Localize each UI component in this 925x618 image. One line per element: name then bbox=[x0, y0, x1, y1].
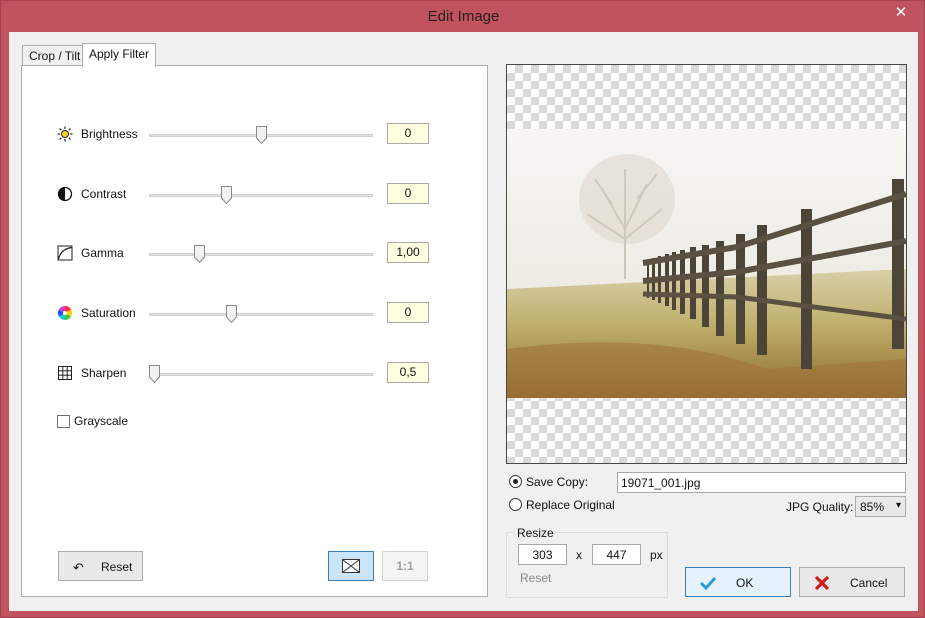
ok-button[interactable]: OK bbox=[685, 567, 791, 597]
save-copy-radio[interactable] bbox=[509, 475, 522, 488]
close-button[interactable]: ✕ bbox=[886, 4, 916, 22]
resize-height-input[interactable]: 447 bbox=[592, 544, 641, 565]
replace-original-label[interactable]: Replace Original bbox=[526, 498, 615, 512]
ok-label: OK bbox=[736, 576, 754, 590]
contrast-value[interactable]: 0 bbox=[387, 183, 429, 204]
jpg-quality-label: JPG Quality: bbox=[786, 500, 854, 514]
color-wheel-icon bbox=[58, 306, 72, 320]
checkmark-icon bbox=[699, 576, 717, 591]
image-preview[interactable] bbox=[506, 64, 907, 464]
saturation-slider-thumb[interactable] bbox=[225, 305, 237, 323]
actual-size-button[interactable]: 1:1 bbox=[382, 551, 428, 581]
reset-filters-label: Reset bbox=[101, 560, 133, 574]
resize-reset-link[interactable]: Reset bbox=[520, 571, 551, 585]
tab-apply-filter[interactable]: Apply Filter bbox=[82, 43, 157, 67]
edit-image-window: Edit Image ✕ Crop / Tilt Apply Filter Br… bbox=[0, 0, 925, 618]
brightness-value[interactable]: 0 bbox=[387, 123, 429, 144]
reset-filters-button[interactable]: ↶ Reset bbox=[58, 551, 143, 581]
resize-title: Resize bbox=[515, 526, 556, 540]
fit-to-window-icon bbox=[342, 559, 360, 573]
jpg-quality-value: 85% bbox=[860, 500, 885, 514]
filter-row-gamma: Gamma 1,00 bbox=[22, 242, 489, 266]
saturation-slider[interactable] bbox=[149, 313, 373, 316]
preview-photo bbox=[507, 129, 906, 398]
sun-icon bbox=[57, 126, 73, 142]
gamma-label: Gamma bbox=[81, 246, 124, 260]
brightness-label: Brightness bbox=[81, 127, 138, 141]
fit-to-window-button[interactable] bbox=[328, 551, 374, 581]
filter-row-brightness: Brightness 0 bbox=[22, 123, 489, 147]
filter-row-sharpen: Sharpen 0,5 bbox=[22, 362, 489, 386]
contrast-slider[interactable] bbox=[149, 194, 373, 197]
resize-width-input[interactable]: 303 bbox=[518, 544, 567, 565]
jpg-quality-select[interactable]: 85% ▾ bbox=[855, 496, 906, 517]
window-title: Edit Image bbox=[427, 8, 500, 25]
saturation-label: Saturation bbox=[81, 306, 136, 320]
saturation-value[interactable]: 0 bbox=[387, 302, 429, 323]
sharpen-value[interactable]: 0,5 bbox=[387, 362, 429, 383]
resize-group bbox=[506, 532, 668, 598]
grayscale-checkbox[interactable] bbox=[57, 415, 70, 428]
save-copy-label[interactable]: Save Copy: bbox=[526, 475, 588, 489]
radio-selected-dot bbox=[513, 479, 518, 484]
brightness-slider-thumb[interactable] bbox=[255, 126, 267, 144]
gamma-value[interactable]: 1,00 bbox=[387, 242, 429, 263]
dialog-client-area: Crop / Tilt Apply Filter Brightness 0 Co… bbox=[9, 32, 918, 611]
gamma-slider-thumb[interactable] bbox=[193, 245, 205, 263]
gamma-slider[interactable] bbox=[149, 253, 373, 256]
chevron-down-icon: ▾ bbox=[895, 500, 901, 511]
contrast-slider-thumb[interactable] bbox=[221, 186, 233, 204]
sharpen-slider[interactable] bbox=[149, 373, 373, 376]
undo-icon: ↶ bbox=[73, 560, 84, 575]
filter-row-saturation: Saturation 0 bbox=[22, 302, 489, 326]
sharpen-slider-thumb[interactable] bbox=[149, 365, 160, 383]
filename-input[interactable]: 19071_001.jpg bbox=[617, 472, 906, 493]
replace-original-radio[interactable] bbox=[509, 498, 522, 511]
contrast-label: Contrast bbox=[81, 187, 127, 201]
tab-crop-tilt[interactable]: Crop / Tilt bbox=[22, 45, 88, 66]
resize-unit-label: px bbox=[650, 548, 663, 562]
sharpen-label: Sharpen bbox=[81, 366, 127, 380]
resize-times-label: x bbox=[576, 548, 582, 562]
gamma-curve-icon bbox=[57, 245, 73, 261]
cancel-label: Cancel bbox=[850, 576, 888, 590]
grayscale-label[interactable]: Grayscale bbox=[74, 414, 128, 428]
contrast-icon bbox=[57, 186, 73, 202]
filter-panel: Brightness 0 Contrast 0 Gamma 1,00 Satur… bbox=[21, 65, 488, 597]
cancel-button[interactable]: Cancel bbox=[799, 567, 905, 597]
grid-icon bbox=[58, 366, 72, 380]
red-x-icon bbox=[814, 575, 830, 591]
title-bar[interactable]: Edit Image ✕ bbox=[1, 1, 925, 32]
filter-row-contrast: Contrast 0 bbox=[22, 183, 489, 207]
